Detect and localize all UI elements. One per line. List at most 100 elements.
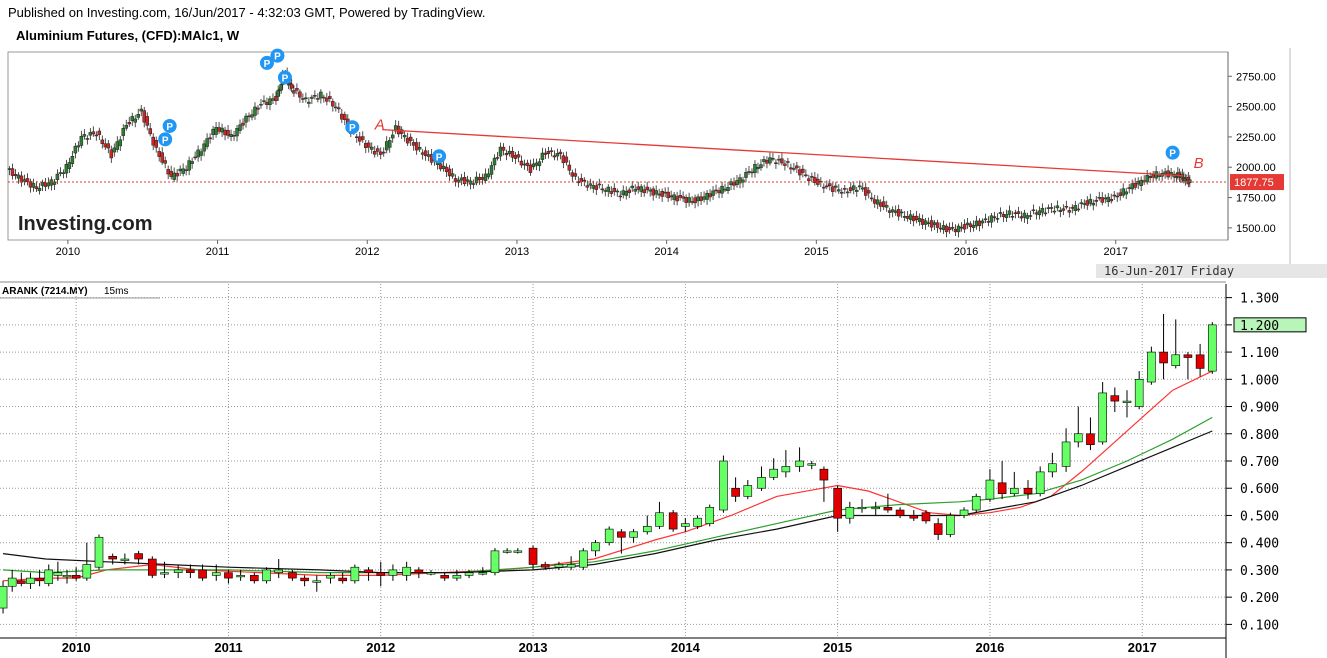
candle-body: [1048, 463, 1057, 473]
candle-body: [513, 155, 518, 159]
p-marker: P: [277, 70, 292, 85]
candle-body: [88, 132, 93, 136]
x-tick-label: 2013: [519, 640, 548, 655]
candle-body: [441, 165, 446, 170]
candle-body: [929, 220, 934, 228]
candle-body: [995, 218, 1000, 220]
candle-body: [825, 185, 829, 188]
candle-body: [795, 460, 804, 467]
candle-body: [935, 222, 940, 228]
p-marker: P: [162, 118, 177, 133]
candle-body: [946, 515, 955, 535]
y-tick-label: 0.200: [1240, 591, 1279, 606]
x-tick-label: 2017: [1103, 246, 1127, 258]
candle-body: [1166, 170, 1170, 178]
candle-body: [705, 506, 715, 524]
arank-chart: 16-Jun-2017 Friday ARANK (7214.MY) 15ms 1.3…: [0, 264, 1327, 658]
candle-body: [1046, 207, 1051, 209]
x-tick-label: 2012: [366, 640, 395, 655]
candle-body: [452, 575, 462, 579]
candle-body: [720, 185, 724, 194]
candle-body: [501, 146, 506, 151]
candle-body: [639, 186, 643, 192]
candle-body: [82, 564, 92, 579]
candle-body: [127, 122, 132, 125]
candle-body: [950, 227, 955, 229]
candle-body: [405, 137, 410, 144]
candle-body: [55, 173, 60, 181]
candle-body: [837, 189, 841, 192]
candle-body: [1061, 441, 1071, 467]
candle-body: [43, 182, 48, 187]
candle-body: [669, 195, 673, 198]
candle-body: [852, 185, 856, 190]
candle-body: [516, 154, 521, 158]
candle-body: [187, 160, 191, 171]
candle-body: [875, 199, 880, 205]
candle-body: [199, 151, 203, 156]
candle-body: [166, 169, 170, 175]
candle-body: [288, 572, 297, 579]
candle-body: [831, 186, 835, 192]
p-marker-label: P: [349, 123, 356, 134]
candle-body: [528, 164, 533, 173]
candle-body: [699, 196, 703, 201]
candle-body: [316, 98, 320, 100]
candle-body: [440, 575, 450, 579]
candle-body: [1085, 200, 1090, 206]
investing-watermark: Investing.com: [18, 213, 152, 235]
candle-body: [869, 197, 874, 200]
candle-body: [933, 523, 943, 535]
candle-body: [648, 189, 652, 192]
candle-body: [343, 114, 347, 120]
candle-body: [540, 152, 545, 160]
candle-body: [558, 151, 563, 155]
y-tick-label: 0.500: [1240, 509, 1279, 524]
candle-body: [846, 191, 850, 194]
candle-body: [232, 135, 236, 137]
symbol-label: ARANK (7214.MY): [2, 286, 88, 297]
candle-body: [1079, 202, 1084, 204]
candle-body: [1061, 208, 1066, 211]
candle-body: [774, 162, 778, 164]
candle-body: [908, 214, 913, 220]
candle-body: [681, 196, 685, 199]
candle-body: [630, 185, 634, 189]
candle-body: [173, 569, 183, 573]
candle-body: [274, 96, 278, 102]
candle-body: [67, 162, 72, 169]
candle-body: [1151, 174, 1155, 178]
candle-body: [696, 196, 700, 202]
candle-body: [235, 128, 239, 137]
candle-body: [259, 103, 263, 106]
candle-body: [606, 186, 611, 192]
candle-body: [959, 509, 969, 516]
candle-body: [780, 158, 784, 164]
candle-body: [130, 116, 134, 121]
candle-body: [531, 163, 536, 168]
candle-body: [681, 523, 690, 527]
candle-body: [1034, 212, 1039, 215]
candle-body: [642, 189, 646, 194]
candle-body: [236, 575, 245, 578]
y-tick-label: 1.300: [1240, 292, 1279, 307]
candle-body: [1035, 471, 1045, 494]
candle-body: [693, 517, 702, 527]
candle-body: [444, 166, 449, 173]
candle-body: [178, 168, 182, 172]
candle-body: [1088, 198, 1093, 204]
candle-body: [498, 146, 503, 157]
candle-body: [762, 159, 766, 162]
candle-body: [73, 145, 78, 154]
candle-body: [781, 466, 791, 473]
candle-body: [211, 572, 221, 576]
p-marker: P: [1165, 145, 1180, 160]
candle-body: [157, 151, 161, 157]
candle-body: [459, 177, 464, 181]
candle-body: [513, 550, 523, 553]
candle-body: [1133, 182, 1137, 188]
candle-body: [1183, 354, 1193, 358]
candle-body: [417, 146, 422, 150]
candle-body: [974, 220, 979, 227]
candle-body: [1148, 176, 1152, 179]
